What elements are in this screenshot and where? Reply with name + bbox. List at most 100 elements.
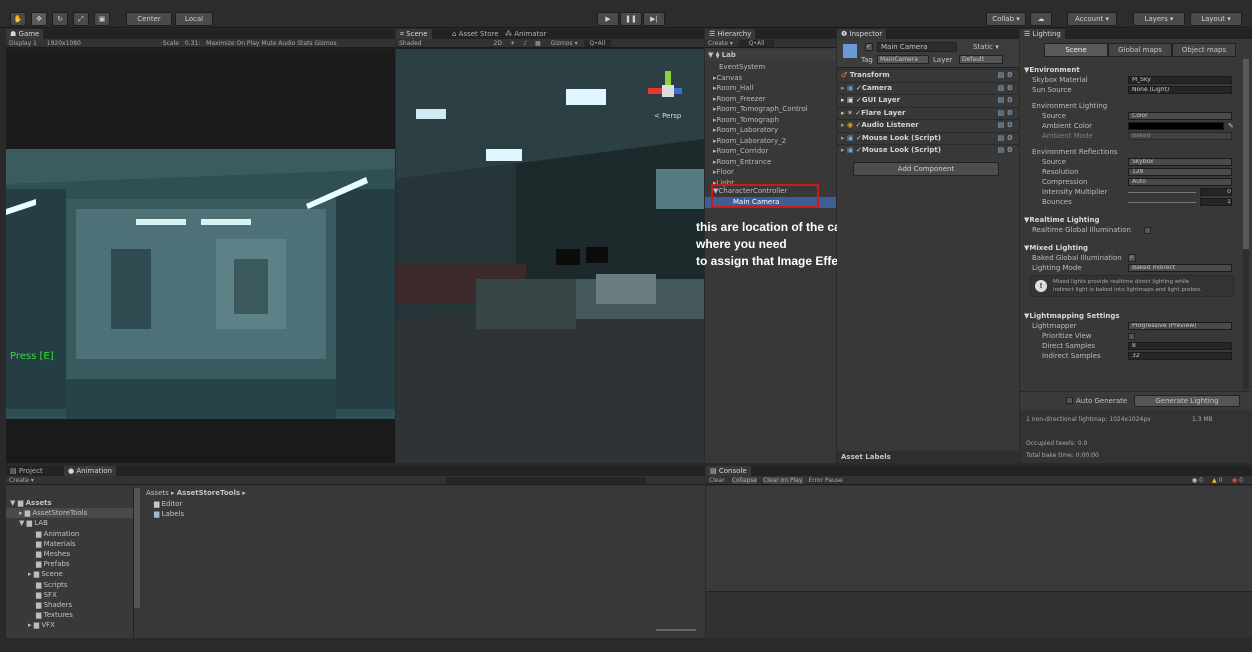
move-tool-button[interactable]: ✥ xyxy=(31,12,47,26)
auto-generate-checkbox[interactable] xyxy=(1066,397,1073,404)
hierarchy-search-input[interactable]: Q•All xyxy=(738,40,775,47)
effects-toggle-icon[interactable]: ▦ xyxy=(535,40,541,47)
project-tree-item[interactable]: ▸ ▆ VFX xyxy=(6,620,133,630)
lightmapping-header[interactable]: ▼Lightmapping Settings xyxy=(1024,311,1240,321)
component-header[interactable]: ♂ Transform ▤ ⚙ xyxy=(837,69,1019,80)
ambient-color-swatch[interactable] xyxy=(1128,122,1224,130)
baked-gi-checkbox[interactable]: ✓ xyxy=(1128,254,1136,262)
generate-lighting-button[interactable]: Generate Lighting xyxy=(1134,395,1240,407)
gizmo-center[interactable] xyxy=(662,85,674,97)
project-tree-scrollbar[interactable] xyxy=(134,488,140,608)
hierarchy-item[interactable]: ▸Room_Laboratory xyxy=(705,125,836,135)
realtime-header[interactable]: ▼Realtime Lighting xyxy=(1024,215,1240,225)
tab-console[interactable]: ▤ Console xyxy=(706,466,751,476)
hierarchy-item[interactable]: ▸Canvas xyxy=(705,73,836,83)
console-collapse-button[interactable]: Collapse xyxy=(731,477,758,484)
compression-dropdown[interactable]: Auto xyxy=(1128,178,1232,186)
hierarchy-item[interactable]: EventSystem xyxy=(705,62,836,72)
component-settings-icon[interactable]: ▤ ⚙ xyxy=(998,145,1013,156)
lighting-scrollbar[interactable] xyxy=(1243,59,1249,389)
skybox-field[interactable]: M_Sky xyxy=(1128,76,1232,84)
project-tree-item[interactable]: ▸ ▆ Scene xyxy=(6,569,133,579)
tab-scene[interactable]: ⌗ Scene xyxy=(396,29,432,39)
project-create-button[interactable]: Create ▾ xyxy=(9,477,34,484)
lighting-tab-global-maps[interactable]: Global maps xyxy=(1108,43,1172,57)
gizmos-dropdown[interactable]: Gizmos ▾ xyxy=(551,40,578,47)
scene-gizmo[interactable] xyxy=(648,71,688,111)
ambient-mode-dropdown[interactable]: Baked xyxy=(1128,132,1232,140)
file-item-labels[interactable]: ▆ Labels xyxy=(154,510,184,518)
console-clear-on-play-button[interactable]: Clear on Play xyxy=(763,477,803,484)
warn-count[interactable]: ▲ 0 xyxy=(1212,476,1222,485)
component-header[interactable]: ▸ ▣ ✓Mouse Look (Script) ▤ ⚙ xyxy=(837,131,1019,144)
layer-dropdown[interactable]: Default xyxy=(959,55,1003,64)
audio-toggle-icon[interactable]: ♪ xyxy=(523,40,527,47)
lightmapper-dropdown[interactable]: Progressive (Preview) xyxy=(1128,322,1232,330)
hierarchy-item[interactable]: ▸Room_Freezer xyxy=(705,94,836,104)
shading-select[interactable]: Shaded xyxy=(399,40,422,47)
source-dropdown[interactable]: Color xyxy=(1128,112,1232,120)
rotate-tool-button[interactable]: ↻ xyxy=(52,12,68,26)
bounces-field[interactable]: 1 xyxy=(1200,198,1232,206)
project-tree-item[interactable]: ▆ Shaders xyxy=(6,600,133,610)
file-item-editor[interactable]: ▆ Editor xyxy=(154,500,182,508)
intensity-field[interactable]: 0 xyxy=(1200,188,1232,196)
hand-tool-button[interactable]: ✋ xyxy=(10,12,26,26)
indirect-samples-field[interactable]: 32 xyxy=(1128,352,1232,360)
hierarchy-item[interactable]: ▸Room_Corridor xyxy=(705,146,836,156)
prioritize-checkbox[interactable] xyxy=(1128,333,1135,340)
tab-lighting[interactable]: ☰ Lighting xyxy=(1020,29,1065,39)
project-tree-item[interactable]: ▆ Materials xyxy=(6,539,133,549)
scene-viewport[interactable]: < Persp xyxy=(396,49,704,463)
mode-2d-button[interactable]: 2D xyxy=(494,40,502,47)
rect-tool-button[interactable]: ▣ xyxy=(94,12,110,26)
hierarchy-item[interactable]: ▸Room_Entrance xyxy=(705,157,836,167)
pivot-center-button[interactable]: Center xyxy=(126,12,172,26)
project-tree-item[interactable]: ▆ Meshes xyxy=(6,549,133,559)
log-count[interactable]: ● 0 xyxy=(1192,476,1203,485)
component-settings-icon[interactable]: ▤ ⚙ xyxy=(998,133,1013,144)
active-checkbox[interactable]: ✓ xyxy=(865,43,873,51)
component-header[interactable]: ▸ ▣ ✓GUI Layer ▤ ⚙ xyxy=(837,94,1019,105)
environment-header[interactable]: ▼Environment xyxy=(1024,65,1240,75)
direct-samples-field[interactable]: 8 xyxy=(1128,342,1232,350)
realtime-gi-checkbox[interactable] xyxy=(1144,227,1151,234)
cloud-button[interactable]: ☁ xyxy=(1030,12,1052,26)
scale-value[interactable]: 0.31: xyxy=(185,40,200,47)
project-tree-item[interactable]: ▸ ▆ AssetStoreTools xyxy=(6,508,133,519)
game-viewport[interactable]: Press [E] xyxy=(6,49,395,463)
breadcrumb-folder[interactable]: AssetStoreTools xyxy=(177,489,240,497)
add-component-button[interactable]: Add Component xyxy=(853,162,999,176)
intensity-slider[interactable] xyxy=(1128,192,1196,193)
hierarchy-scene-row[interactable]: ▼ ⧫ Lab xyxy=(705,50,836,61)
hierarchy-item[interactable]: ▸Room_Hall xyxy=(705,83,836,93)
hierarchy-create-button[interactable]: Create ▾ xyxy=(708,40,733,47)
component-header[interactable]: ▸ ✶ ✓Flare Layer ▤ ⚙ xyxy=(837,106,1019,118)
project-tree-item[interactable]: ▆ Prefabs xyxy=(6,559,133,569)
console-error-pause-button[interactable]: Error Pause xyxy=(808,477,842,484)
resolution-select[interactable]: 1920x1080 xyxy=(47,40,81,47)
hierarchy-item[interactable]: ▸Floor xyxy=(705,167,836,177)
project-tree-item[interactable]: ▼ ▆ LAB xyxy=(6,518,133,528)
static-dropdown[interactable]: Static ▾ xyxy=(973,43,999,51)
component-settings-icon[interactable]: ▤ ⚙ xyxy=(998,70,1013,81)
tab-animation[interactable]: ● Animation xyxy=(64,466,117,476)
component-header[interactable]: ▸ ▣ ✓Camera ▤ ⚙ xyxy=(837,81,1019,94)
component-settings-icon[interactable]: ▤ ⚙ xyxy=(998,83,1013,94)
bounces-slider[interactable] xyxy=(1128,202,1196,203)
console-clear-button[interactable]: Clear xyxy=(709,477,725,484)
game-options[interactable]: Maximize On Play Mute Audio Stats Gizmos xyxy=(206,40,336,47)
refl-source-dropdown[interactable]: Skybox xyxy=(1128,158,1232,166)
tab-animator[interactable]: ⁂ Animator xyxy=(501,29,550,39)
scale-tool-button[interactable]: ⤢ xyxy=(73,12,89,26)
layers-button[interactable]: Layers ▾ xyxy=(1133,12,1185,26)
hierarchy-item[interactable]: ▸Room_Tomograph xyxy=(705,115,836,125)
lighting-scrollbar-thumb[interactable] xyxy=(1243,59,1249,249)
account-button[interactable]: Account ▾ xyxy=(1067,12,1117,26)
resolution-dropdown[interactable]: 128 xyxy=(1128,168,1232,176)
project-search-input[interactable] xyxy=(446,477,646,484)
collab-button[interactable]: Collab ▾ xyxy=(986,12,1026,26)
display-select[interactable]: Display 1 xyxy=(9,40,37,47)
step-button[interactable]: ▶| xyxy=(643,12,665,26)
scene-search-input[interactable]: Q•All xyxy=(583,40,612,47)
